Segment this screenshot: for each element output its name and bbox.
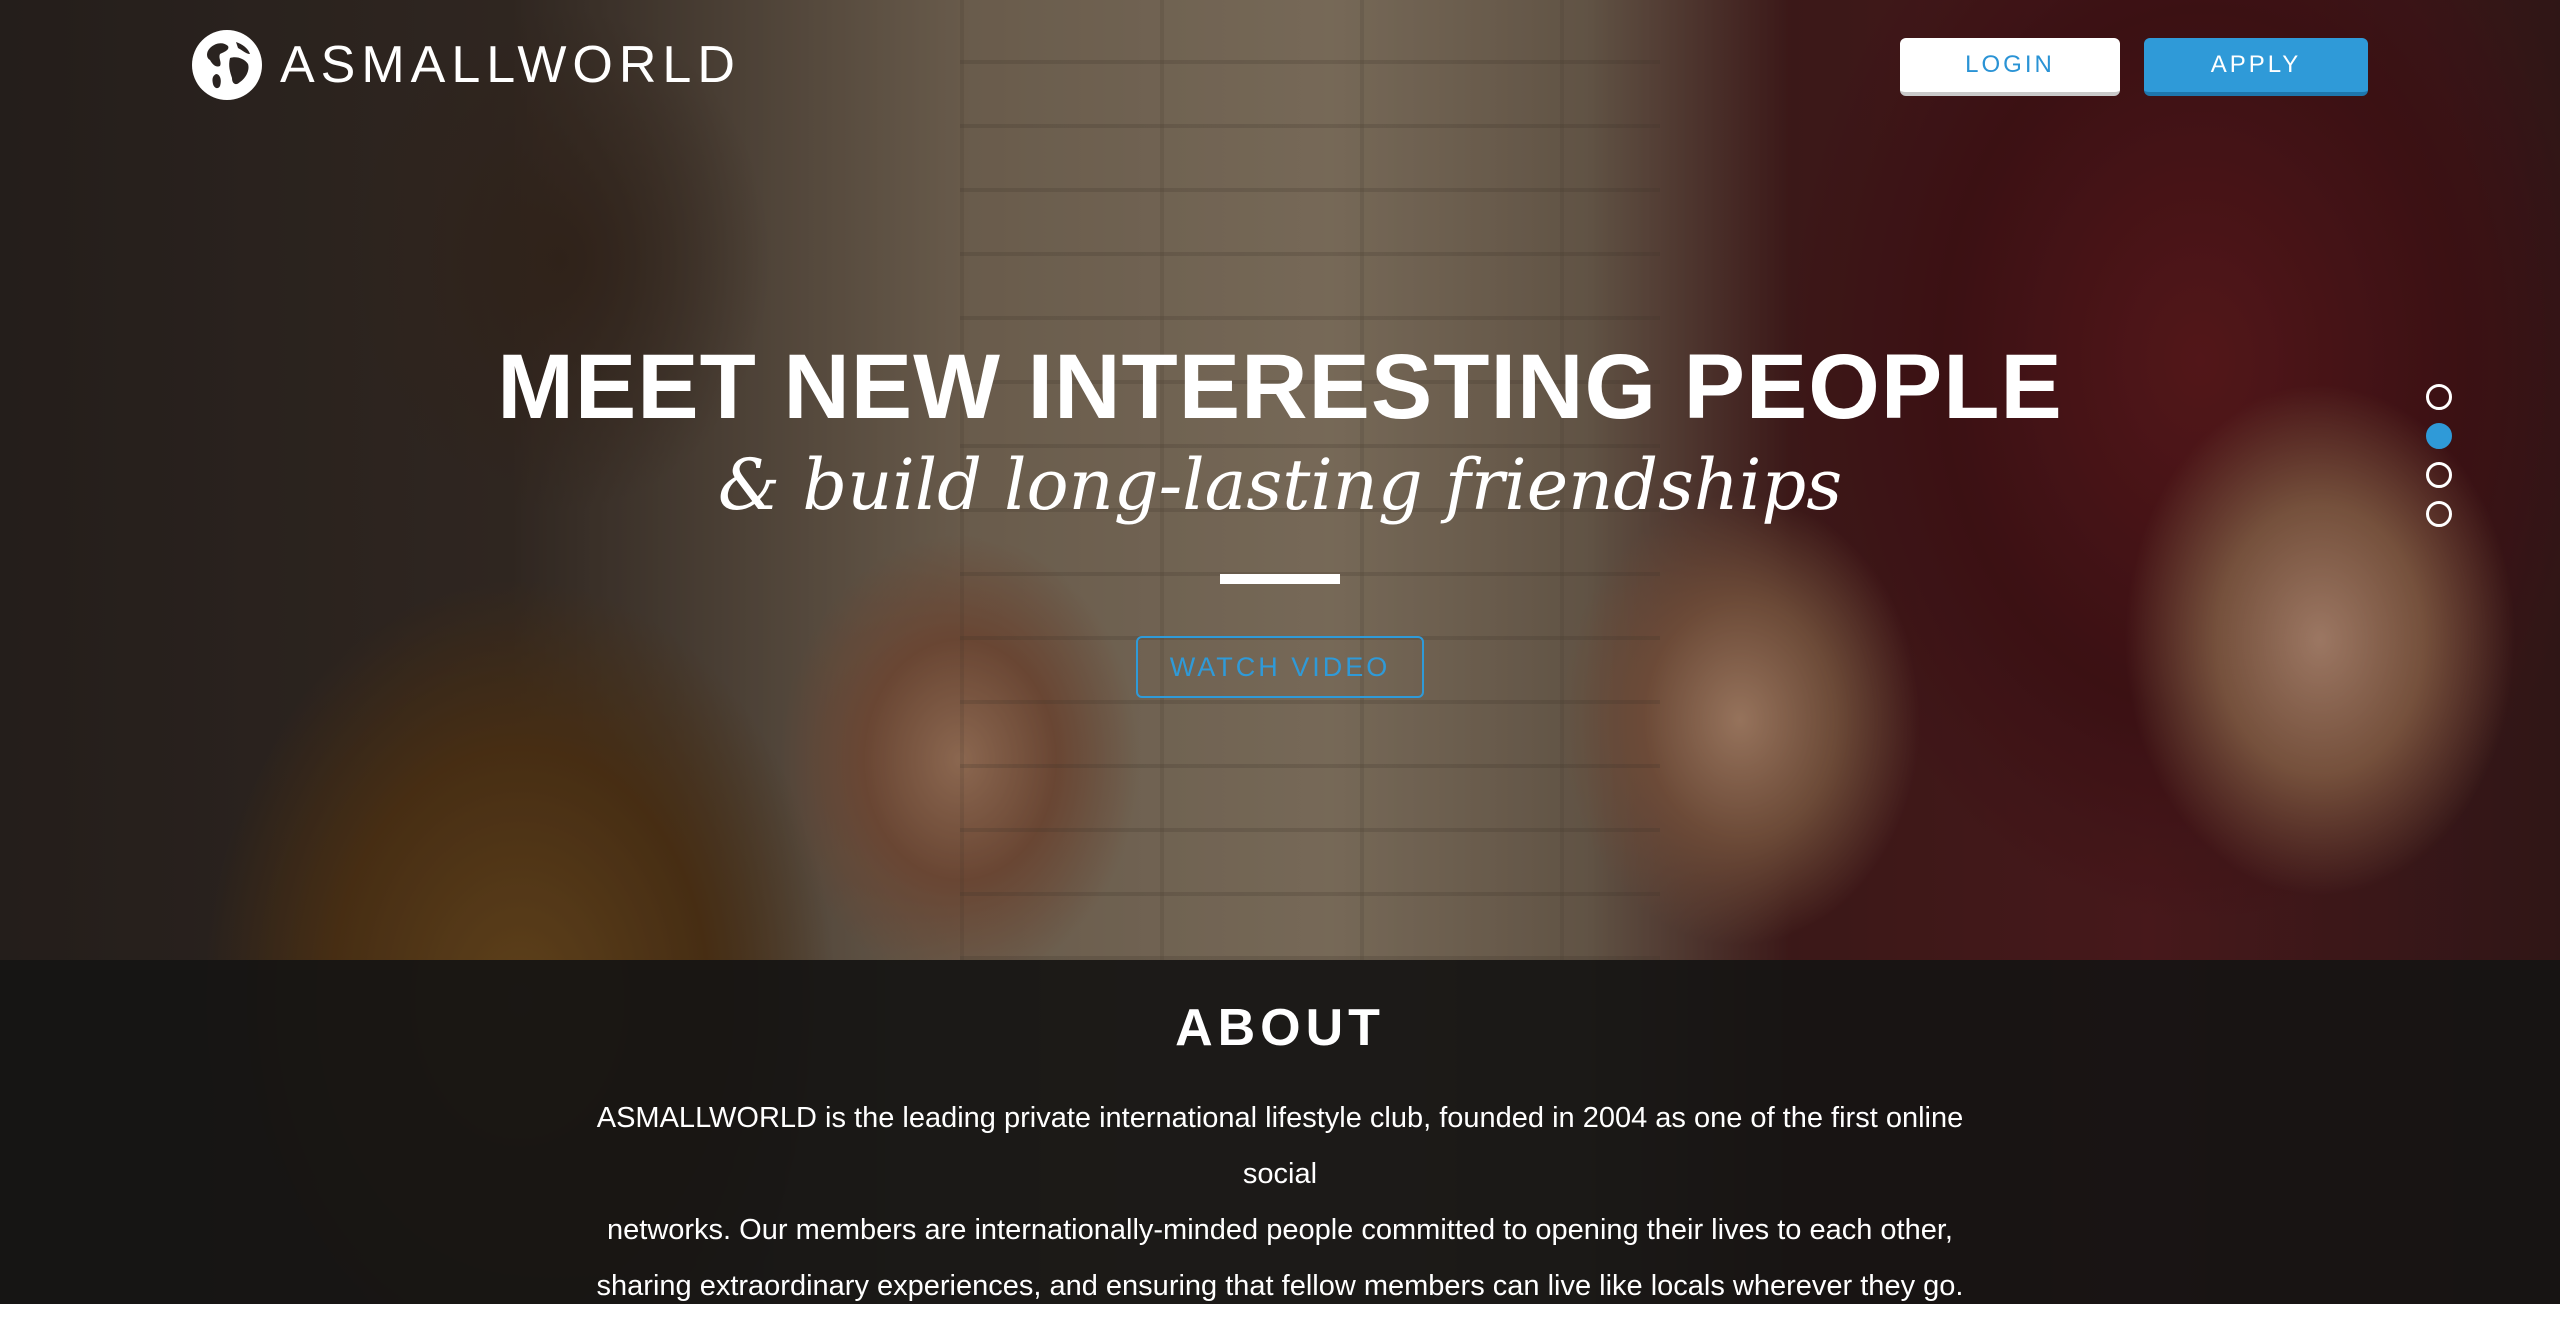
page-bottom-edge (0, 1304, 2560, 1322)
about-section: ABOUT ASMALLWORLD is the leading private… (0, 960, 2560, 1322)
page: ASMALLWORLD LOGIN APPLY MEET NEW INTERES… (0, 0, 2560, 1322)
slide-dot-3[interactable] (2426, 462, 2452, 488)
slide-dot-4[interactable] (2426, 501, 2452, 527)
apply-button[interactable]: APPLY (2144, 38, 2368, 96)
about-line: networks. Our members are internationall… (607, 1214, 1953, 1246)
brand-name: ASMALLWORLD (280, 36, 741, 94)
logo[interactable]: ASMALLWORLD (190, 28, 741, 102)
hero-headline: MEET NEW INTERESTING PEOPLE (497, 336, 2063, 438)
slide-dot-1[interactable] (2426, 384, 2452, 410)
login-button[interactable]: LOGIN (1900, 38, 2120, 96)
globe-icon (192, 30, 262, 100)
watch-video-button[interactable]: WATCH VIDEO (1136, 636, 1424, 698)
slide-dot-2[interactable] (2426, 423, 2452, 449)
divider-rule (1220, 574, 1340, 584)
about-line: ASMALLWORLD is the leading private inter… (596, 1102, 1964, 1190)
about-text: ASMALLWORLD is the leading private inter… (560, 1090, 2000, 1314)
hero-subheadline: & build long-lasting friendships (717, 444, 1843, 526)
about-title: ABOUT (1175, 999, 1385, 1057)
slide-pagination (2426, 384, 2452, 540)
